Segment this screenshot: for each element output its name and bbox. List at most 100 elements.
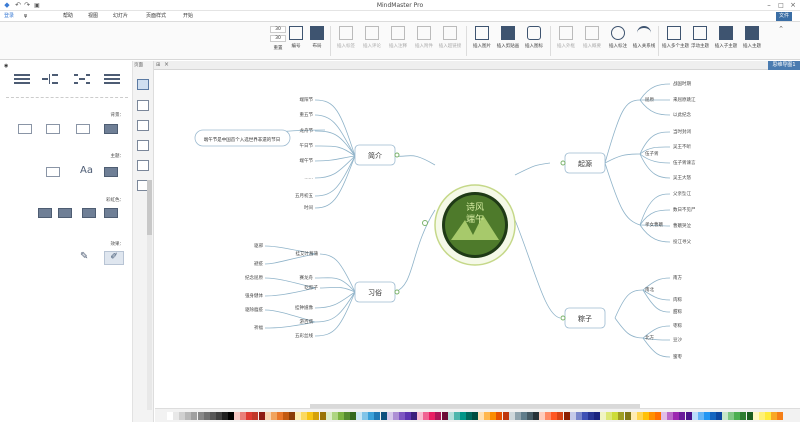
save-icon[interactable]: ▣ xyxy=(32,1,42,10)
palette-swatch[interactable] xyxy=(319,412,326,420)
palette-swatch[interactable] xyxy=(478,412,485,420)
palette-swatch[interactable] xyxy=(185,412,192,420)
layout-style-2-icon[interactable] xyxy=(42,74,58,84)
palette-swatch[interactable] xyxy=(600,412,607,420)
palette-swatch[interactable] xyxy=(295,412,302,420)
palette-swatch[interactable] xyxy=(752,412,759,420)
palette-swatch[interactable] xyxy=(594,412,600,420)
palette-swatch[interactable] xyxy=(551,412,558,420)
rainbow-2-icon[interactable] xyxy=(58,208,72,218)
mindmap-canvas[interactable]: 诗风 端午 简介 习俗 起源 粽子 端午节是中国首个入选世界非遗的节日 端阳节 … xyxy=(155,70,800,408)
palette-swatch[interactable] xyxy=(484,412,491,420)
palette-swatch[interactable] xyxy=(374,412,381,420)
numbering-button[interactable]: 编号 xyxy=(288,25,304,57)
palette-swatch[interactable] xyxy=(173,412,180,420)
palette-swatch[interactable] xyxy=(703,412,710,420)
palette-swatch[interactable] xyxy=(508,412,515,420)
palette-swatch[interactable] xyxy=(313,412,320,420)
page-style-icon[interactable] xyxy=(137,79,149,90)
palette-swatch[interactable] xyxy=(221,412,228,420)
palette-swatch[interactable] xyxy=(520,412,527,420)
insert-note-button[interactable]: 插入注释 xyxy=(386,25,410,57)
help-symbol-icon[interactable]: ψ xyxy=(24,12,27,21)
palette-swatch[interactable] xyxy=(356,412,363,420)
tab-page-style[interactable]: 页面样式 xyxy=(143,12,169,21)
palette-swatch[interactable] xyxy=(606,412,613,420)
palette-swatch[interactable] xyxy=(392,412,399,420)
palette-swatch[interactable] xyxy=(777,412,783,420)
palette-swatch[interactable] xyxy=(362,412,369,420)
palette-swatch[interactable] xyxy=(343,412,350,420)
palette-swatch[interactable] xyxy=(764,412,771,420)
palette-swatch[interactable] xyxy=(276,412,283,420)
palette-swatch[interactable] xyxy=(429,412,436,420)
tab-file[interactable]: 文件 xyxy=(776,12,793,21)
palette-swatch[interactable] xyxy=(630,412,637,420)
maximize-icon[interactable]: □ xyxy=(776,1,786,10)
palette-swatch[interactable] xyxy=(215,412,222,420)
palette-swatch[interactable] xyxy=(734,412,741,420)
palette-swatch[interactable] xyxy=(380,412,387,420)
palette-swatch[interactable] xyxy=(709,412,716,420)
palette-swatch[interactable] xyxy=(404,412,411,420)
document-tab[interactable]: 思维导图1 xyxy=(768,61,800,70)
palette-swatch[interactable] xyxy=(758,412,765,420)
palette-swatch[interactable] xyxy=(496,412,503,420)
collapse-ribbon-button[interactable]: ⌃ xyxy=(770,25,792,57)
palette-swatch[interactable] xyxy=(252,412,259,420)
tab-slides[interactable]: 幻灯片 xyxy=(110,12,131,21)
palette-swatch[interactable] xyxy=(569,412,576,420)
insert-image-button[interactable]: 插入图片 xyxy=(470,25,494,57)
layout-style-1-icon[interactable] xyxy=(14,74,30,84)
effect-brush-icon[interactable]: ✎ xyxy=(80,251,96,265)
spacing-value-1[interactable]: 30 xyxy=(270,26,286,33)
palette-swatch[interactable] xyxy=(514,412,521,420)
palette-swatch[interactable] xyxy=(648,412,655,420)
bg-image-icon[interactable] xyxy=(46,124,60,134)
palette-swatch[interactable] xyxy=(234,412,241,420)
palette-swatch[interactable] xyxy=(539,412,546,420)
insert-frame-button[interactable]: 插入外框 xyxy=(554,25,578,57)
palette-swatch[interactable] xyxy=(655,412,661,420)
format-icon[interactable] xyxy=(137,100,149,111)
palette-swatch[interactable] xyxy=(337,412,344,420)
insert-relationship-button[interactable]: 插入关系线 xyxy=(632,25,656,57)
palette-swatch[interactable] xyxy=(465,412,472,420)
palette-swatch[interactable] xyxy=(575,412,582,420)
palette-swatch[interactable] xyxy=(746,412,753,420)
spacing-value-2[interactable]: 30 xyxy=(270,35,286,42)
palette-swatch[interactable] xyxy=(472,412,478,420)
palette-swatch[interactable] xyxy=(167,412,173,420)
palette-swatch[interactable] xyxy=(228,412,234,420)
branch-xisu[interactable]: 习俗 xyxy=(354,281,400,303)
palette-swatch[interactable] xyxy=(490,412,497,420)
tab-help[interactable]: 帮助 xyxy=(60,12,76,21)
insert-tag-button[interactable]: 插入标签 xyxy=(334,25,358,57)
central-topic[interactable]: 诗风 端午 xyxy=(434,184,516,266)
palette-swatch[interactable] xyxy=(447,412,454,420)
palette-swatch[interactable] xyxy=(197,412,204,420)
palette-swatch[interactable] xyxy=(289,412,295,420)
palette-swatch[interactable] xyxy=(697,412,704,420)
palette-swatch[interactable] xyxy=(368,412,375,420)
palette-swatch[interactable] xyxy=(240,412,247,420)
palette-swatch[interactable] xyxy=(587,412,594,420)
palette-swatch[interactable] xyxy=(722,412,729,420)
palette-swatch[interactable] xyxy=(563,412,570,420)
palette-swatch[interactable] xyxy=(624,412,631,420)
theme-color-icon[interactable] xyxy=(46,167,60,177)
palette-swatch[interactable] xyxy=(642,412,649,420)
palette-swatch[interactable] xyxy=(301,412,308,420)
palette-swatch[interactable] xyxy=(270,412,277,420)
palette-swatch[interactable] xyxy=(691,412,698,420)
palette-swatch[interactable] xyxy=(307,412,314,420)
insert-subtopic-button[interactable]: 插入子主题 xyxy=(714,25,738,57)
bg-none-icon[interactable] xyxy=(18,124,32,134)
palette-swatch[interactable] xyxy=(667,412,674,420)
palette-swatch[interactable] xyxy=(716,412,722,420)
palette-swatch[interactable] xyxy=(526,412,533,420)
palette-swatch[interactable] xyxy=(545,412,552,420)
palette-swatch[interactable] xyxy=(282,412,289,420)
theme-layout-icon[interactable] xyxy=(104,167,118,177)
branch-jianjie[interactable]: 简介 xyxy=(354,144,400,166)
